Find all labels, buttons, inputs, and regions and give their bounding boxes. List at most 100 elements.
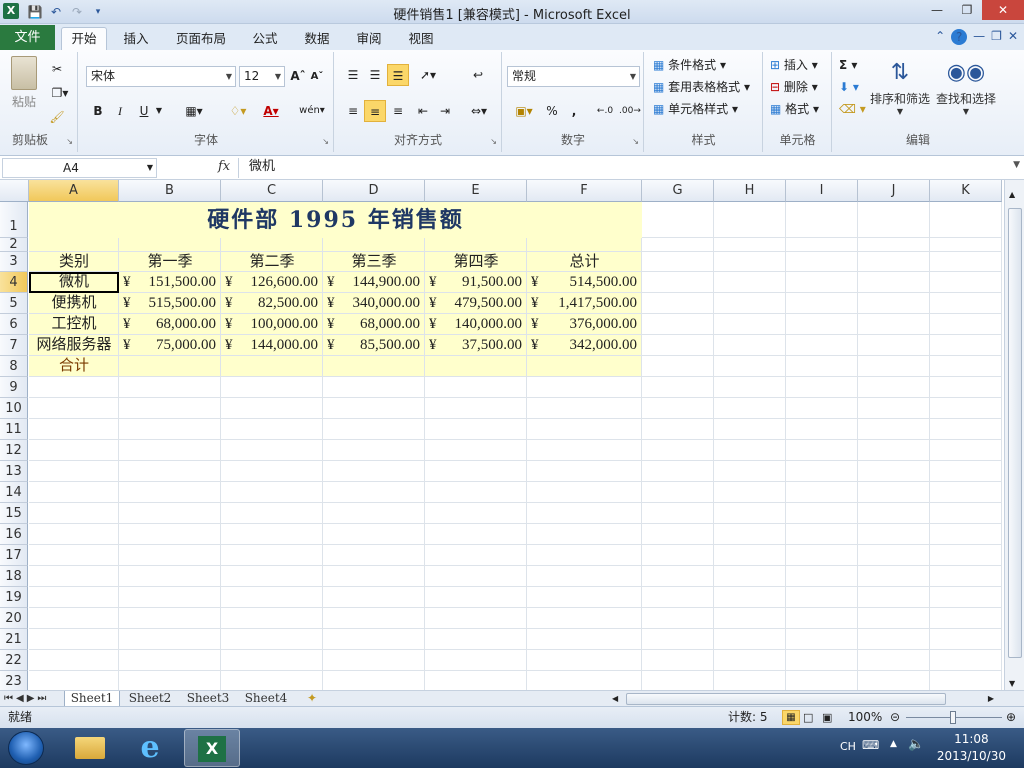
grid-cell[interactable] (714, 545, 786, 566)
row-header-22[interactable]: 22 (0, 650, 28, 671)
grid-cell[interactable] (858, 238, 930, 252)
grid-cell[interactable] (527, 440, 642, 461)
grid-cell[interactable] (119, 356, 221, 377)
font-color-icon[interactable]: A▾ (257, 100, 285, 122)
grid-cell[interactable] (527, 398, 642, 419)
grid-cell[interactable] (323, 566, 425, 587)
comma-button[interactable]: , (567, 100, 581, 122)
grid-cell[interactable] (930, 314, 1002, 335)
column-header-i[interactable]: I (786, 180, 858, 202)
row-header-12[interactable]: 12 (0, 440, 28, 461)
tab-home[interactable]: 开始 (61, 27, 107, 50)
align-left-icon[interactable]: ≡ (343, 100, 363, 122)
cell-header[interactable]: 第四季 (425, 252, 527, 272)
grid-cell[interactable] (221, 356, 323, 377)
grid-cell[interactable] (323, 587, 425, 608)
column-header-e[interactable]: E (425, 180, 527, 202)
format-as-table-button[interactable]: ▦ 套用表格格式 ▾ (653, 77, 750, 97)
grid-cell[interactable] (714, 293, 786, 314)
grid-cell[interactable] (29, 377, 119, 398)
grid-cell[interactable] (425, 608, 527, 629)
minimize-ribbon-icon[interactable]: ⌃ (935, 29, 945, 45)
grid-cell[interactable] (714, 238, 786, 252)
grid-cell[interactable] (858, 377, 930, 398)
cell-header[interactable]: 第二季 (221, 252, 323, 272)
row-header-8[interactable]: 8 (0, 356, 28, 377)
cell-header[interactable]: 总计 (527, 252, 642, 272)
grid-cell[interactable] (425, 238, 527, 252)
grid-cell[interactable] (323, 461, 425, 482)
grid-cell[interactable] (714, 314, 786, 335)
grid-cell[interactable] (221, 398, 323, 419)
grid-cell[interactable] (527, 377, 642, 398)
grid-cell[interactable] (221, 238, 323, 252)
formula-input[interactable]: 微机 (238, 158, 1008, 178)
grid-cell[interactable] (858, 482, 930, 503)
grid-cell[interactable] (642, 314, 714, 335)
cell-amount[interactable]: ¥514,500.00 (527, 272, 642, 293)
grid-cell[interactable] (119, 440, 221, 461)
grid-cell[interactable] (527, 566, 642, 587)
workbook-restore-icon[interactable]: ❐ (991, 29, 1002, 45)
grid-cell[interactable] (714, 566, 786, 587)
sheet-tab-3[interactable]: Sheet3 (180, 691, 236, 707)
vertical-scroll-thumb[interactable] (1008, 208, 1022, 658)
row-header-11[interactable]: 11 (0, 419, 28, 440)
row-header-6[interactable]: 6 (0, 314, 28, 335)
insert-sheet-icon[interactable]: ✦ (300, 691, 324, 707)
grid-cell[interactable] (786, 671, 858, 690)
grid-cell[interactable] (858, 356, 930, 377)
grid-cell[interactable] (786, 524, 858, 545)
tab-view[interactable]: 视图 (401, 28, 441, 50)
excel-taskbar-icon[interactable]: X (184, 729, 240, 767)
grid-cell[interactable] (527, 238, 642, 252)
grid-cell[interactable] (714, 671, 786, 690)
grid-cell[interactable] (642, 202, 714, 238)
grid-cell[interactable] (858, 335, 930, 356)
fill-color-icon[interactable]: ♢▾ (223, 100, 253, 122)
fill-icon[interactable]: ⬇ ▾ (839, 77, 859, 97)
number-format-combo[interactable]: 常规 ▼ (507, 66, 640, 87)
grid-cell[interactable] (425, 566, 527, 587)
grid-cell[interactable] (29, 566, 119, 587)
grid-cell[interactable] (642, 440, 714, 461)
grid-cell[interactable] (930, 461, 1002, 482)
cell-amount[interactable]: ¥340,000.00 (323, 293, 425, 314)
grid-cell[interactable] (527, 629, 642, 650)
expand-formula-bar-icon[interactable]: ▼ (1013, 160, 1020, 170)
grid-cell[interactable] (642, 629, 714, 650)
normal-view-icon[interactable]: ▦ (782, 710, 800, 725)
grid-cell[interactable] (714, 335, 786, 356)
grid-cell[interactable] (527, 608, 642, 629)
cell-amount[interactable]: ¥1,417,500.00 (527, 293, 642, 314)
grid-cell[interactable] (786, 629, 858, 650)
grid-cell[interactable] (119, 524, 221, 545)
grid-cell[interactable] (29, 503, 119, 524)
sort-filter-button[interactable]: ⇅ 排序和筛选 ▼ (867, 56, 933, 116)
accounting-format-icon[interactable]: ▣▾ (509, 100, 539, 122)
grid-cell[interactable] (221, 482, 323, 503)
grid-cell[interactable] (29, 650, 119, 671)
worksheet-grid[interactable]: A B C D E F G H I J K 1 2 3 4 5 6 7 8 9 10 11 12 13 14 15 16 17 18 19… (0, 180, 1004, 690)
decrease-decimal-icon[interactable]: .00→ (619, 100, 641, 122)
grid-cell[interactable] (527, 419, 642, 440)
grid-cell[interactable] (425, 671, 527, 690)
grid-cell[interactable] (221, 608, 323, 629)
grid-cell[interactable] (786, 398, 858, 419)
underline-button[interactable]: U (135, 100, 153, 122)
grid-cell[interactable] (221, 503, 323, 524)
grid-cell[interactable] (642, 587, 714, 608)
grid-cell[interactable] (714, 377, 786, 398)
column-header-j[interactable]: J (858, 180, 930, 202)
grid-cell[interactable] (930, 440, 1002, 461)
grid-cell[interactable] (119, 377, 221, 398)
grid-cell[interactable] (714, 272, 786, 293)
grid-cell[interactable] (786, 314, 858, 335)
grid-cell[interactable] (221, 440, 323, 461)
grid-cell[interactable] (930, 503, 1002, 524)
grid-cell[interactable] (714, 356, 786, 377)
grid-cell[interactable] (858, 440, 930, 461)
grid-cell[interactable] (119, 587, 221, 608)
grid-cell[interactable] (714, 440, 786, 461)
cell-category[interactable]: 网络服务器 (29, 335, 119, 356)
